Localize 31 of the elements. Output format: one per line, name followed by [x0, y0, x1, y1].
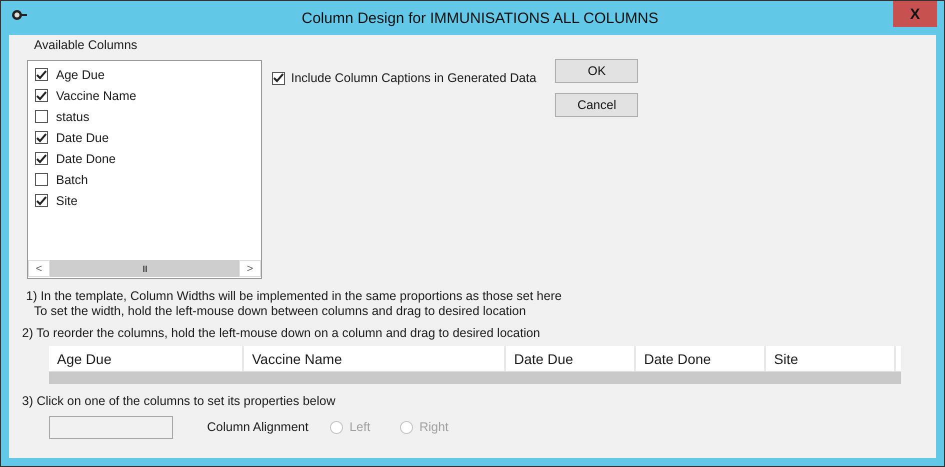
- checkbox[interactable]: [35, 152, 48, 165]
- instruction-text: 2) To reorder the columns, hold the left-mouse down on a column and drag to desired location: [22, 326, 542, 341]
- include-captions-label[interactable]: Include Column Captions in Generated Data: [291, 71, 536, 85]
- cancel-button[interactable]: Cancel: [555, 93, 638, 117]
- available-columns-label: Available Columns: [34, 38, 138, 54]
- instruction-text: 1) In the template, Column Widths will be implemented in the same proportions as those set here: [26, 289, 563, 304]
- column-option[interactable]: Site: [56, 194, 78, 208]
- scroll-right-button[interactable]: >: [239, 260, 261, 277]
- column-option[interactable]: Date Done: [56, 152, 116, 166]
- close-button[interactable]: X: [892, 1, 937, 27]
- checkbox[interactable]: [272, 72, 285, 84]
- instruction-text: To set the width, hold the left-mouse down between columns and drag to desired location: [34, 304, 527, 319]
- checkbox[interactable]: [35, 68, 48, 81]
- instruction-text: 3) Click on one of the columns to set its properties below: [22, 394, 336, 409]
- scroll-thumb[interactable]: III: [50, 260, 239, 277]
- checkbox[interactable]: [35, 89, 48, 102]
- column-option[interactable]: Date Due: [56, 130, 109, 144]
- column-alignment-label: Column Alignment: [207, 420, 308, 434]
- column-name-field[interactable]: [49, 416, 173, 438]
- column-option[interactable]: Batch: [56, 172, 88, 186]
- ok-button[interactable]: OK: [555, 59, 638, 83]
- checkbox[interactable]: [35, 173, 48, 186]
- checkbox[interactable]: [35, 194, 48, 207]
- window-title: Column Design for IMMUNISATIONS ALL COLUMNS: [300, 10, 658, 26]
- column-option[interactable]: status: [56, 110, 90, 124]
- checkbox[interactable]: [35, 110, 48, 123]
- checkbox[interactable]: [35, 131, 48, 144]
- column-option[interactable]: Age Due: [56, 68, 105, 82]
- app-icon: [11, 9, 27, 21]
- column-option[interactable]: Vaccine Name: [56, 88, 136, 102]
- scroll-left-button[interactable]: <: [28, 260, 50, 277]
